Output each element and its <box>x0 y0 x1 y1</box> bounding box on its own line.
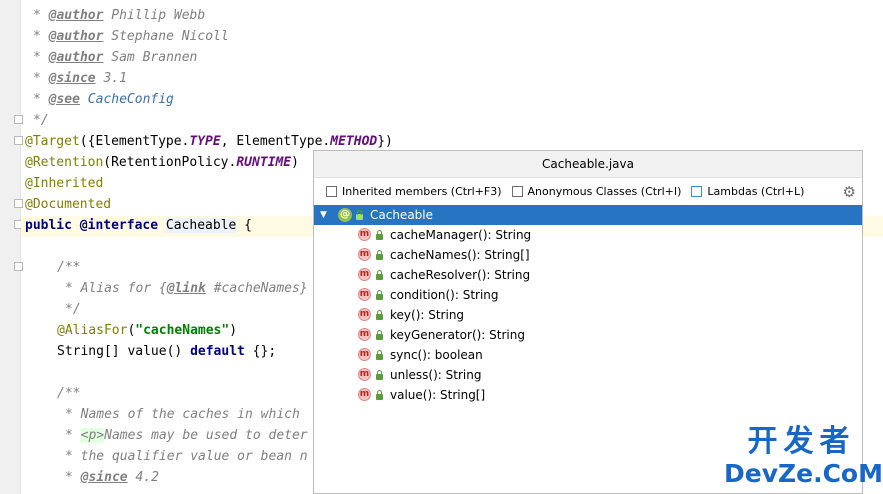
popup-options-bar: Inherited members (Ctrl+F3) Anonymous Cl… <box>314 178 862 205</box>
code-line: * Alias for {@link #cacheNames} <box>65 281 308 296</box>
list-item[interactable]: m condition(): String <box>314 285 862 305</box>
list-item[interactable]: m sync(): boolean <box>314 345 862 365</box>
code-line: @Inherited <box>25 176 104 191</box>
method-icon: m <box>358 348 371 361</box>
code-line: * @since 4.2 <box>65 470 159 485</box>
lock-icon <box>376 370 383 380</box>
checkbox-icon[interactable] <box>511 186 523 197</box>
code-line: @Documented <box>25 197 112 212</box>
lock-icon <box>376 270 383 280</box>
list-item[interactable]: m unless(): String <box>314 365 862 385</box>
list-item[interactable]: m cacheNames(): String[] <box>314 245 862 265</box>
method-icon: m <box>358 388 371 401</box>
method-icon: m <box>358 308 371 321</box>
popup-title: Cacheable.java <box>314 151 862 178</box>
code-line: /** <box>57 260 81 275</box>
code-line: */ <box>65 302 81 317</box>
code-line: * @see CacheConfig <box>33 92 174 107</box>
anonymous-classes-checkbox[interactable]: Anonymous Classes (Ctrl+I) <box>511 185 681 198</box>
list-item[interactable]: m cacheManager(): String <box>314 225 862 245</box>
method-icon: m <box>358 268 371 281</box>
lock-icon <box>376 290 383 300</box>
code-line: * @since 3.1 <box>33 71 127 86</box>
method-icon: m <box>358 328 371 341</box>
list-item[interactable]: m value(): String[] <box>314 385 862 405</box>
lock-icon <box>376 350 383 360</box>
lock-icon <box>376 310 383 320</box>
method-icon: m <box>358 228 371 241</box>
method-icon: m <box>358 288 371 301</box>
lambdas-checkbox[interactable]: Lambdas (Ctrl+L) <box>691 185 804 198</box>
code-line: * @author Sam Brannen <box>33 50 198 65</box>
code-line: @AliasFor("cacheNames") <box>57 323 238 338</box>
list-item[interactable]: m cacheResolver(): String <box>314 265 862 285</box>
list-item[interactable]: m keyGenerator(): String <box>314 325 862 345</box>
lock-icon <box>376 230 383 240</box>
watermark-logo: 开发者 DevZe.CoM <box>724 424 883 489</box>
lock-icon <box>376 330 383 340</box>
code-line: public @interface Cacheable { <box>25 218 253 233</box>
checkbox-icon[interactable] <box>326 186 337 197</box>
lock-icon <box>356 210 363 220</box>
tree-root-cacheable[interactable]: ▼ @ Cacheable <box>314 205 862 225</box>
code-line: * the qualifier value or bean n <box>65 449 308 464</box>
lock-icon <box>376 250 383 260</box>
code-line: * <p>Names may be used to deter <box>65 428 308 443</box>
method-icon: m <box>358 368 371 381</box>
code-line: /** <box>57 386 81 401</box>
chevron-down-icon[interactable]: ▼ <box>320 205 327 225</box>
code-line: * Names of the caches in which <box>65 407 300 422</box>
code-line: * @author Phillip Webb <box>33 8 206 23</box>
code-line: @Target({ElementType.TYPE, ElementType.M… <box>25 134 393 149</box>
member-list: m cacheManager(): String m cacheNames(): S… <box>314 225 862 405</box>
code-line: * @author Stephane Nicoll <box>33 29 229 44</box>
code-line: String[] value() default {}; <box>57 344 277 359</box>
code-line: @Retention(RetentionPolicy.RUNTIME) <box>25 155 299 170</box>
list-item[interactable]: m key(): String <box>314 305 862 325</box>
code-line: */ <box>33 113 49 128</box>
inherited-members-checkbox[interactable]: Inherited members (Ctrl+F3) <box>326 185 502 198</box>
gear-icon[interactable]: ⚙ <box>843 183 856 201</box>
method-icon: m <box>358 248 371 261</box>
annotation-icon: @ <box>338 208 352 222</box>
checkbox-icon[interactable] <box>691 186 703 197</box>
lock-icon <box>376 390 383 400</box>
